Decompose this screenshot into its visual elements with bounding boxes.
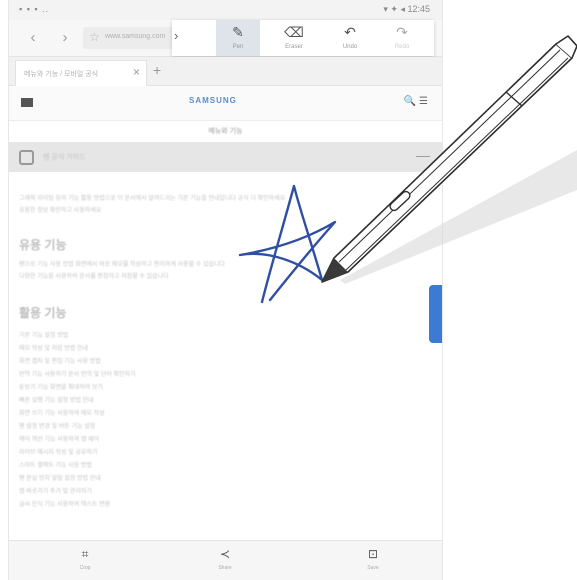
pen-overlay bbox=[238, 35, 577, 304]
s-pen-stylus bbox=[321, 35, 577, 283]
handwritten-star-drawing bbox=[238, 184, 337, 304]
